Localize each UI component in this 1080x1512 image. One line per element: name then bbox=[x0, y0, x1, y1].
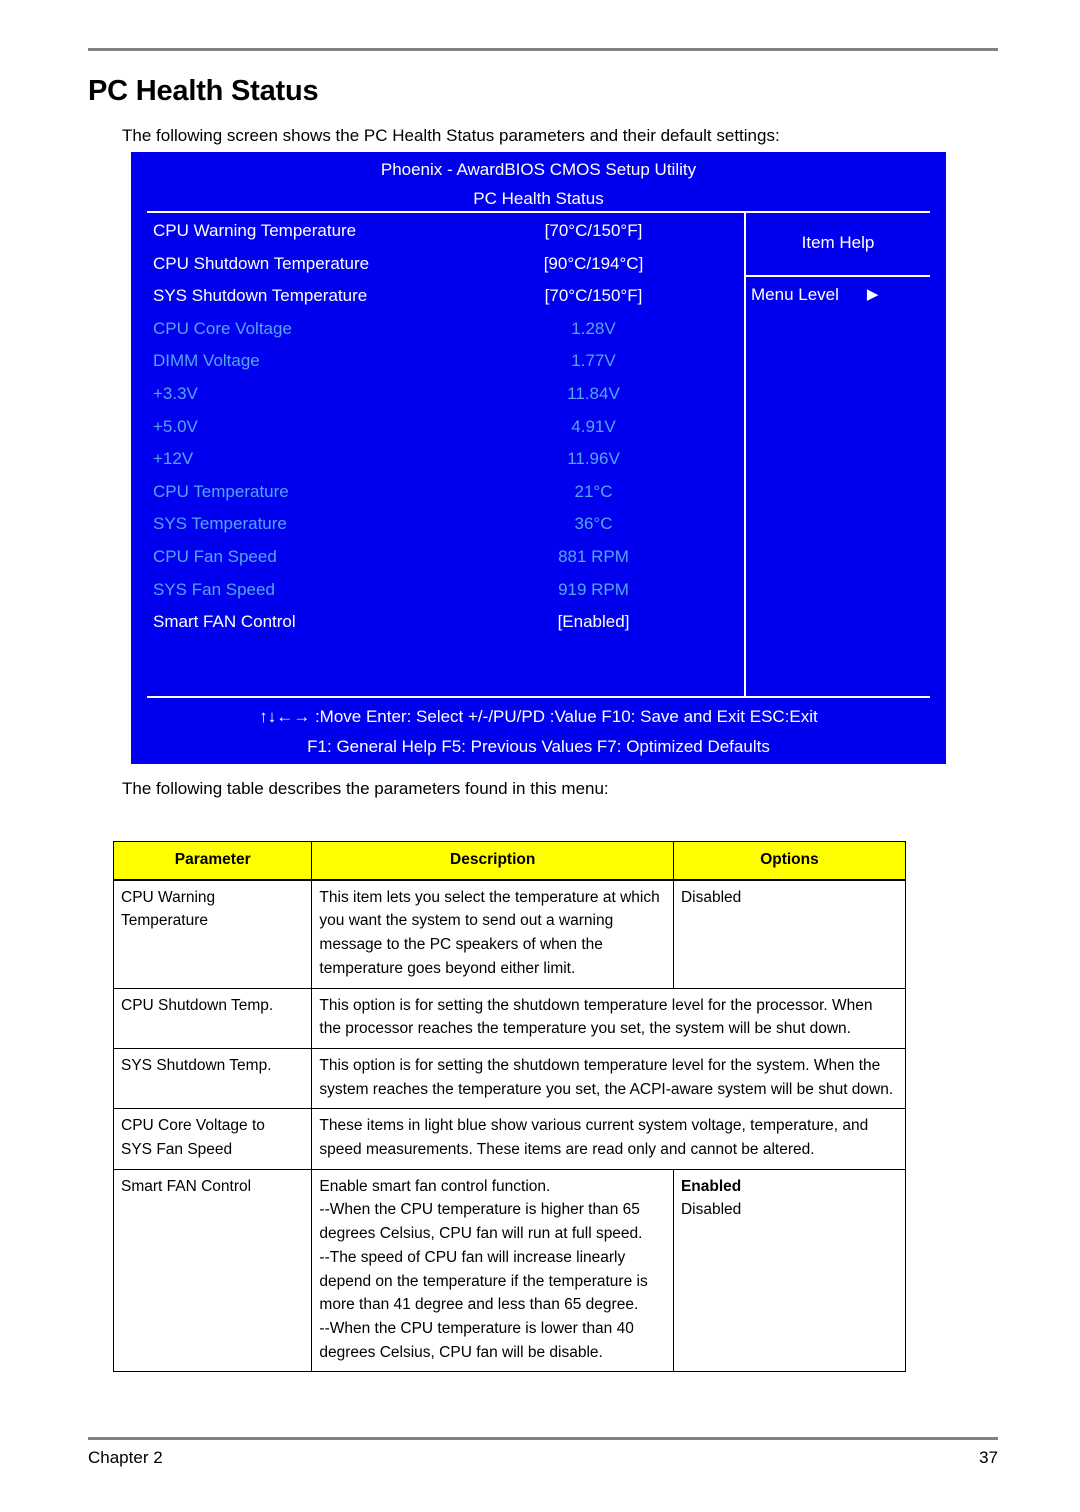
bios-setting-label: DIMM Voltage bbox=[153, 351, 260, 371]
cell-description: This item lets you select the temperatur… bbox=[311, 879, 674, 989]
table-row: CPU Core Voltage to SYS Fan Speed These it… bbox=[112, 1108, 906, 1170]
bios-setting-label: CPU Warning Temperature bbox=[153, 221, 357, 240]
cell-options: Enabled Disabled bbox=[672, 1168, 907, 1373]
intro-paragraph-table: The following table describes the parame… bbox=[122, 779, 609, 798]
bios-setting-value: 11.84V bbox=[567, 383, 620, 403]
cell-parameter: Smart FAN Control bbox=[112, 1168, 313, 1373]
option-item: Disabled bbox=[680, 888, 742, 906]
bios-menu-title: PC Health Status bbox=[473, 189, 604, 208]
parameter-description-table: Parameter Description Options CPU Warnin… bbox=[112, 840, 907, 1373]
item-help-divider bbox=[744, 275, 930, 277]
bios-setting-value: 1.77V bbox=[571, 351, 616, 371]
bios-setting-label: CPU Fan Speed bbox=[153, 546, 277, 566]
bios-setting-row: +12V 11.96V bbox=[131, 443, 744, 476]
bios-setting-value: 36°C bbox=[574, 514, 613, 534]
bios-setting-value[interactable]: [70°C/150°F] bbox=[501, 280, 686, 313]
table-row: SYS Shutdown Temp. This option is for set… bbox=[112, 1047, 906, 1110]
bios-setting-value: 21°C bbox=[574, 481, 613, 501]
cell-parameter: CPU Core Voltage to SYS Fan Speed bbox=[112, 1108, 313, 1170]
bios-setting-row: DIMM Voltage 1.77V bbox=[131, 345, 744, 378]
bios-utility-title: Phoenix - AwardBIOS CMOS Setup Utility bbox=[380, 160, 697, 179]
footer-page-number: 37 bbox=[979, 1448, 998, 1467]
bios-setting-row: SYS Fan Speed 919 RPM bbox=[131, 574, 744, 607]
cell-options: Disabled bbox=[672, 879, 907, 989]
option-default: Enabled bbox=[680, 1177, 742, 1195]
bios-setting-value: 881 RPM bbox=[558, 546, 629, 566]
bios-setting-value[interactable]: [90°C/194°C] bbox=[501, 248, 686, 281]
bios-setting-row[interactable]: CPU Shutdown Temperature [90°C/194°C] bbox=[131, 248, 744, 281]
bios-divider-vertical bbox=[744, 211, 746, 696]
table-row: CPU Shutdown Temp. This option is for set… bbox=[112, 987, 906, 1049]
bios-setting-value[interactable]: [70°C/150°F] bbox=[501, 215, 686, 248]
column-header-options: Options bbox=[672, 840, 907, 881]
cell-parameter: CPU Warning Temperature bbox=[112, 879, 313, 989]
bios-nav-line-2: F1: General Help F5: Previous Values F7:… bbox=[307, 737, 770, 756]
item-help-header: Item Help bbox=[801, 233, 875, 252]
bios-setting-value: 4.91V bbox=[571, 416, 616, 436]
bios-setting-label: +5.0V bbox=[153, 416, 198, 436]
bios-setting-label: Smart FAN Control bbox=[153, 612, 296, 632]
bios-setting-label: SYS Fan Speed bbox=[153, 579, 275, 599]
table-row: CPU Warning Temperature This item lets you… bbox=[112, 879, 907, 989]
cell-parameter: CPU Shutdown Temp. bbox=[112, 987, 313, 1049]
bios-setting-label: CPU Shutdown Temperature bbox=[153, 253, 370, 273]
bios-divider-bottom bbox=[147, 696, 930, 698]
bios-setting-label: SYS Temperature bbox=[153, 514, 287, 534]
bios-setting-label: CPU Core Voltage bbox=[153, 318, 292, 338]
bios-setting-value: 919 RPM bbox=[558, 579, 629, 599]
table-row: Smart FAN Control Enable smart fan contro… bbox=[112, 1168, 907, 1373]
bios-nav-line-1: ↑↓←→ :Move Enter: Select +/-/PU/PD :Valu… bbox=[259, 707, 818, 726]
option-item: Disabled bbox=[680, 1201, 742, 1219]
bios-setting-value[interactable]: [Enabled] bbox=[501, 606, 686, 639]
bios-setting-row: +3.3V 11.84V bbox=[131, 378, 744, 411]
bios-setting-value: 1.28V bbox=[571, 318, 616, 338]
bios-settings-list: CPU Warning Temperature [70°C/150°F] CPU S… bbox=[131, 215, 744, 639]
bios-setting-row: CPU Fan Speed 881 RPM bbox=[131, 541, 744, 574]
bios-setting-row[interactable]: CPU Warning Temperature [70°C/150°F] bbox=[131, 215, 744, 248]
column-header-description: Description bbox=[311, 840, 674, 881]
bios-setting-label: +3.3V bbox=[153, 383, 198, 403]
menu-level-row: Menu Level ▶ bbox=[751, 285, 878, 305]
bios-setting-row: CPU Core Voltage 1.28V bbox=[131, 313, 744, 346]
cell-description: These items in light blue show various c… bbox=[311, 1108, 906, 1170]
bios-setting-row: SYS Temperature 36°C bbox=[131, 508, 744, 541]
bios-setting-row: CPU Temperature 21°C bbox=[131, 476, 744, 509]
cell-description: This option is for setting the shutdown … bbox=[311, 1047, 906, 1110]
footer-chapter: Chapter 2 bbox=[88, 1448, 163, 1467]
column-header-parameter: Parameter bbox=[112, 840, 313, 881]
cell-parameter: SYS Shutdown Temp. bbox=[112, 1047, 313, 1110]
bios-setting-label: +12V bbox=[153, 449, 194, 469]
menu-level-label: Menu Level bbox=[751, 285, 839, 304]
bios-setting-row[interactable]: SYS Shutdown Temperature [70°C/150°F] bbox=[131, 280, 744, 313]
bios-setup-screen: Phoenix - AwardBIOS CMOS Setup Utility P… bbox=[131, 152, 946, 764]
bios-setting-label: SYS Shutdown Temperature bbox=[153, 286, 368, 306]
header-rule bbox=[88, 48, 998, 51]
menu-level-arrow-icon: ▶ bbox=[866, 286, 879, 303]
bios-setting-row[interactable]: Smart FAN Control [Enabled] bbox=[131, 606, 744, 639]
bios-setting-row: +5.0V 4.91V bbox=[131, 411, 744, 444]
table-header-row: Parameter Description Options bbox=[112, 840, 907, 881]
footer-rule bbox=[88, 1437, 998, 1440]
cell-description: This option is for setting the shutdown … bbox=[311, 987, 906, 1049]
page-title: PC Health Status bbox=[88, 75, 319, 107]
cell-description: Enable smart fan control function. --When… bbox=[311, 1168, 674, 1373]
bios-setting-value: 11.96V bbox=[567, 449, 620, 469]
bios-setting-label: CPU Temperature bbox=[153, 481, 289, 501]
intro-paragraph-screen: The following screen shows the PC Health… bbox=[122, 126, 780, 145]
